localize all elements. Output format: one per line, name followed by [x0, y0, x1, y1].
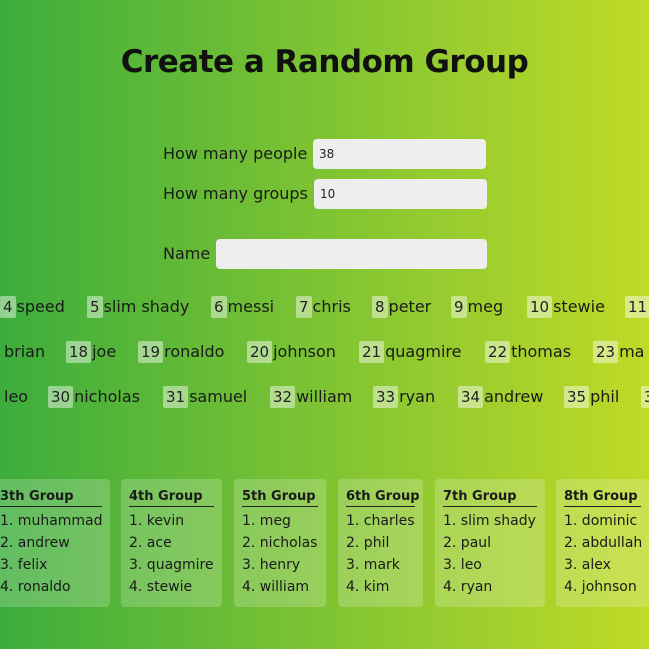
group-member: 2. phil [346, 535, 390, 551]
roster-chip: 3 [641, 385, 649, 409]
roster-chip: 20 johnson [247, 340, 336, 364]
roster-chip: 32 william [270, 385, 352, 409]
group-member: 2. abdullah [564, 535, 643, 551]
group-member: 1. slim shady [443, 513, 536, 529]
roster-chip: 4 speed [0, 295, 65, 319]
group-title: 5th Group [242, 489, 318, 507]
roster-chip: 6 messi [211, 295, 274, 319]
group-member: 2. ace [129, 535, 172, 551]
group-member: 1. meg [242, 513, 291, 529]
roster-chip: 7 chris [296, 295, 351, 319]
roster-chip: 5 slim shady [87, 295, 189, 319]
group-member: 3. felix [0, 557, 48, 573]
people-count-input[interactable] [313, 139, 486, 169]
group-card: 5th Group 1. meg 2. nicholas 3. henry 4.… [234, 479, 326, 607]
roster-chip: 30 nicholas [48, 385, 140, 409]
roster-chip: 8 peter [372, 295, 431, 319]
group-member: 4. william [242, 579, 310, 595]
roster-chip: 23 ma [593, 340, 644, 364]
group-member: 4. stewie [129, 579, 193, 595]
roster-chip: 19 ronaldo [138, 340, 224, 364]
name-label: Name [163, 244, 211, 263]
group-card: 3th Group 1. muhammad 2. andrew 3. felix… [0, 479, 110, 607]
roster-chip: leo [4, 387, 29, 406]
group-member: 3. leo [443, 557, 482, 573]
group-title: 7th Group [443, 489, 537, 507]
roster-chip: 35 phil [564, 385, 619, 409]
group-card: 7th Group 1. slim shady 2. paul 3. leo 4… [435, 479, 545, 607]
group-member: 2. paul [443, 535, 492, 551]
group-count-input[interactable] [314, 179, 487, 209]
group-title: 4th Group [129, 489, 214, 507]
roster-chip: 33 ryan [373, 385, 435, 409]
page-title: Create a Random Group [120, 44, 529, 80]
group-count-label: How many groups [163, 184, 308, 203]
group-member: 4. ryan [443, 579, 493, 595]
name-input[interactable] [216, 239, 487, 269]
group-member: 4. ronaldo [0, 579, 71, 595]
group-member: 1. charles [346, 513, 415, 529]
group-member: 2. andrew [0, 535, 70, 551]
roster-chip: 9 meg [451, 295, 503, 319]
group-title: 6th Group [346, 489, 420, 507]
group-member: 3. mark [346, 557, 400, 573]
roster-chip: 11 [625, 295, 649, 319]
group-member: 3. quagmire [129, 557, 214, 573]
roster-chip: 22 thomas [485, 340, 571, 364]
roster-chip: 34 andrew [458, 385, 543, 409]
roster-chip: 31 samuel [163, 385, 247, 409]
group-member: 3. henry [242, 557, 301, 573]
roster-chip: 21 quagmire [359, 340, 461, 364]
group-member: 1. dominic [564, 513, 638, 529]
group-member: 2. nicholas [242, 535, 318, 551]
group-card: 6th Group 1. charles 2. phil 3. mark 4. … [338, 479, 423, 607]
group-member: 4. johnson [564, 579, 637, 595]
roster-chip: 10 stewie [527, 295, 605, 319]
group-title: 3th Group [0, 489, 102, 507]
group-member: 1. kevin [129, 513, 185, 529]
group-member: 3. alex [564, 557, 611, 573]
group-member: 4. kim [346, 579, 390, 595]
people-count-label: How many people [163, 144, 308, 163]
group-member: 1. muhammad [0, 513, 103, 529]
group-card: 8th Group 1. dominic 2. abdullah 3. alex… [556, 479, 649, 607]
group-card: 4th Group 1. kevin 2. ace 3. quagmire 4.… [121, 479, 222, 607]
roster-chip: 18 joe [66, 340, 116, 364]
roster-chip: brian [4, 342, 46, 361]
group-title: 8th Group [564, 489, 641, 507]
